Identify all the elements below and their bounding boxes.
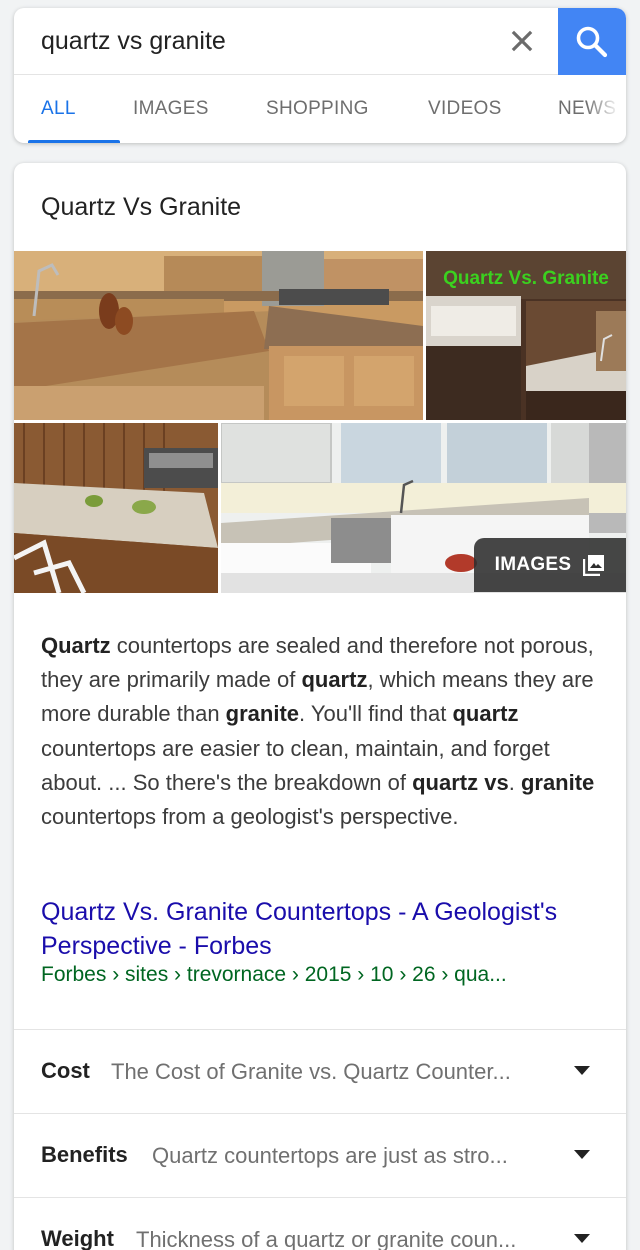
image-overlay-text: Quartz Vs. Granite <box>443 268 609 289</box>
search-button[interactable] <box>558 8 626 75</box>
accordion-label: Benefits <box>41 1142 128 1167</box>
snippet-bold-term: quartz <box>452 701 519 727</box>
close-icon <box>511 30 533 52</box>
snippet-bold-term: quartz vs <box>412 769 509 795</box>
active-tab-indicator <box>28 140 120 143</box>
tab-videos[interactable]: VIDEOS <box>428 75 502 143</box>
accordion-preview: Quartz countertops are just as stro... <box>152 1143 508 1168</box>
search-input[interactable] <box>14 8 494 74</box>
tabs-fade <box>586 75 626 143</box>
tab-shopping[interactable]: SHOPPING <box>266 75 369 143</box>
accordion-item-weight[interactable]: Weight Thickness of a quartz or granite … <box>14 1198 626 1250</box>
accordion-preview: The Cost of Granite vs. Quartz Counter..… <box>111 1059 511 1084</box>
search-bar <box>14 8 626 75</box>
search-header: ALL IMAGES SHOPPING VIDEOS NEWS <box>14 8 626 143</box>
image-grid: Quartz Vs. Granite IMAGES <box>14 251 626 593</box>
snippet-bold-term: granite <box>520 769 595 795</box>
knowledge-card: Quartz Vs Granite Quartz Vs. Granite IMA… <box>14 163 626 1250</box>
search-icon <box>576 26 608 57</box>
featured-snippet-text: Quartz countertops are sealed and theref… <box>41 629 601 834</box>
result-title-link[interactable]: Quartz Vs. Granite Countertops - A Geolo… <box>41 895 581 963</box>
snippet-bold-term: Quartz <box>41 633 111 658</box>
expand-arrow-icon <box>574 1066 590 1075</box>
quartz-granite-banner-photo[interactable]: Quartz Vs. Granite <box>426 251 626 420</box>
kitchen-photo-1[interactable] <box>14 251 423 420</box>
snippet-bold-term: quartz <box>301 667 368 693</box>
card-title: Quartz Vs Granite <box>41 193 242 221</box>
image-gallery-icon <box>583 555 605 576</box>
images-button-label: IMAGES <box>494 554 572 575</box>
result-url-breadcrumb: Forbes › sites › trevornace › 2015 › 10 … <box>41 963 507 986</box>
snippet-text-run: . You'll find that <box>299 701 453 727</box>
accordion-item-benefits[interactable]: Benefits Quartz countertops are just as … <box>14 1114 626 1197</box>
search-tabs: ALL IMAGES SHOPPING VIDEOS NEWS <box>14 75 626 143</box>
accordion-preview: Thickness of a quartz or granite coun... <box>136 1227 517 1250</box>
accordion-label: Weight <box>41 1226 114 1250</box>
tab-images[interactable]: IMAGES <box>133 75 209 143</box>
expand-arrow-icon <box>574 1150 590 1159</box>
tab-all[interactable]: ALL <box>41 75 76 143</box>
images-button[interactable]: IMAGES <box>474 538 626 592</box>
accordion-label: Cost <box>41 1058 90 1083</box>
accordion-item-cost[interactable]: Cost The Cost of Granite vs. Quartz Coun… <box>14 1030 626 1113</box>
clear-search-button[interactable] <box>499 18 545 64</box>
snippet-text-run: countertops from a geologist's perspecti… <box>41 804 459 830</box>
snippet-bold-term: granite <box>225 701 300 727</box>
expand-arrow-icon <box>574 1234 590 1243</box>
snippet-text-run: . <box>508 769 521 795</box>
outdoor-kitchen-photo[interactable] <box>14 423 218 593</box>
